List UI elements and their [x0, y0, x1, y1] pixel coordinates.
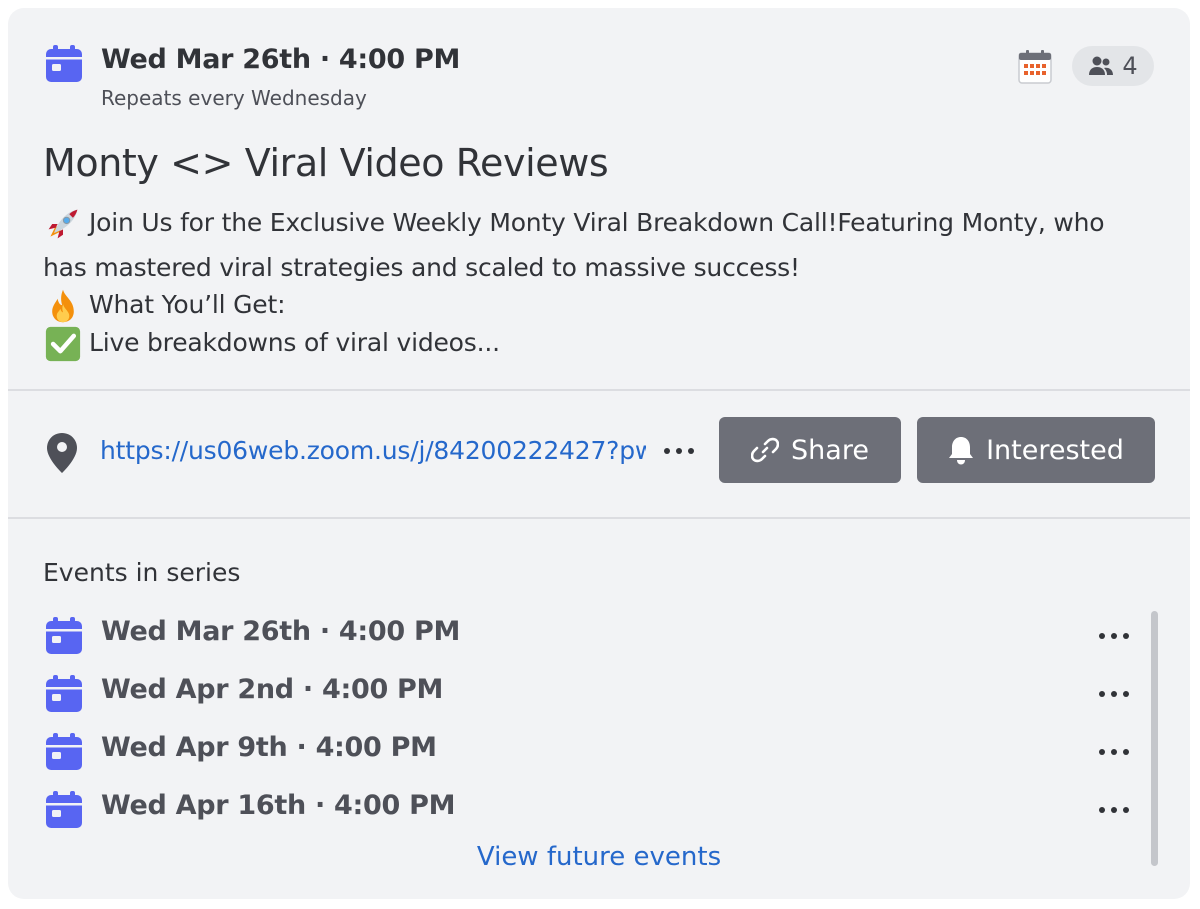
series-item-more-button[interactable] [1099, 691, 1129, 697]
fire-emoji [52, 289, 74, 323]
repeat-text: Repeats every Wednesday [101, 86, 367, 110]
calendar-icon [46, 675, 82, 712]
add-to-calendar-icon[interactable] [1016, 48, 1054, 86]
description-line: Live breakdowns of viral videos... [43, 326, 500, 362]
description-line: has mastered viral strategies and scaled… [43, 253, 800, 282]
rocket-emoji [48, 209, 78, 239]
calendar-icon [46, 791, 82, 828]
series-heading: Events in series [43, 558, 241, 587]
interested-label: Interested [986, 434, 1124, 466]
users-icon [1089, 56, 1114, 75]
divider [8, 389, 1190, 391]
description-text: What You’ll Get: [89, 290, 286, 319]
link-icon [751, 437, 780, 463]
view-future-events-link[interactable]: View future events [8, 842, 1190, 872]
series-item-more-button[interactable] [1099, 749, 1129, 755]
location-pin-icon [47, 433, 77, 473]
calendar-icon [46, 617, 82, 654]
share-label: Share [791, 434, 869, 466]
series-item-more-button[interactable] [1099, 633, 1129, 639]
attendee-count-badge[interactable]: 4 [1072, 46, 1154, 86]
description-text: Join Us for the Exclusive Weekly Monty V… [89, 208, 1105, 237]
bell-icon [949, 437, 974, 465]
event-date: Wed Mar 26th · 4:00 PM [101, 44, 461, 75]
series-item-date: Wed Apr 9th · 4:00 PM [101, 732, 437, 763]
series-item-date: Wed Apr 16th · 4:00 PM [101, 790, 456, 821]
series-scrollbar[interactable] [1151, 611, 1158, 866]
series-item-date: Wed Mar 26th · 4:00 PM [101, 616, 461, 647]
interested-button[interactable]: Interested [917, 417, 1155, 483]
location-more-button[interactable] [664, 448, 694, 454]
series-item-more-button[interactable] [1099, 807, 1129, 813]
check-mark-emoji [45, 326, 81, 362]
calendar-icon [46, 45, 82, 82]
calendar-icon [46, 733, 82, 770]
description-line: Join Us for the Exclusive Weekly Monty V… [43, 206, 1105, 242]
description-text: Live breakdowns of viral videos... [89, 328, 500, 357]
share-button[interactable]: Share [719, 417, 901, 483]
location-link[interactable]: https://us06web.zoom.us/j/84200222427?pw… [100, 436, 646, 470]
event-title: Monty <> Viral Video Reviews [43, 141, 609, 185]
event-card: Wed Mar 26th · 4:00 PM Repeats every Wed… [8, 8, 1190, 899]
series-item-date: Wed Apr 2nd · 4:00 PM [101, 674, 444, 705]
divider [8, 517, 1190, 519]
description-line: What You’ll Get: [43, 288, 285, 324]
attendee-count: 4 [1122, 52, 1138, 80]
